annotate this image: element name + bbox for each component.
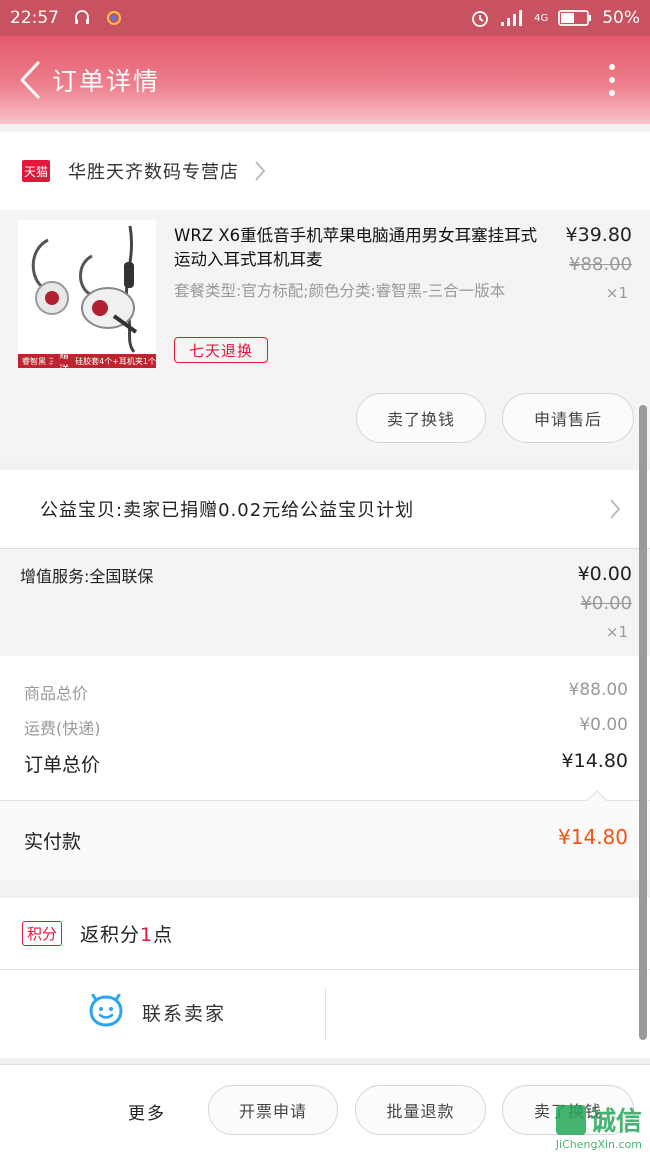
order-total-value: ¥14.80 [561,750,628,772]
scrollbar[interactable] [639,405,647,1040]
watermark-en-text: JiChengXin.com [555,1138,642,1151]
points-row: 积分 返积分1点 [0,898,650,970]
contact-seller-button[interactable]: 联系卖家 [88,994,226,1030]
chevron-right-icon [610,499,621,519]
page-title: 订单详情 [52,67,161,96]
watermark-cn-text: 诚信 [589,1107,642,1137]
invoice-request-button[interactable]: 开票申请 [208,1085,338,1135]
alarm-icon [470,8,490,28]
chat-bubble-icon [89,994,123,1027]
dot-icon [609,64,615,70]
watermark-logo-icon [555,1104,586,1135]
points-unit: 点 [153,924,174,946]
more-options-button[interactable] [602,55,622,105]
divider [325,988,326,1040]
battery-percent: 50% [602,8,640,28]
service-label: 增值服务:全国联保 [20,567,154,586]
image-banner-promo: 赠送 [59,350,70,368]
value-added-service: 增值服务:全国联保 ¥0.00 ¥0.00 ×1 [0,548,650,656]
product-image[interactable]: 睿智黑 三合一版本 赠送 硅胶套4个+耳机夹1个 [18,220,156,368]
status-bar: 22:57 4G 50% [0,0,650,36]
dot-icon [609,90,615,96]
battery-icon [558,9,592,27]
goods-total-label: 商品总价 [24,684,89,703]
title-bar: 订单详情 [0,36,650,124]
actual-payment-label: 实付款 [24,831,82,853]
shipping-row: 运费(快递) ¥0.00 [24,715,628,739]
back-arrow-icon [20,61,40,99]
contact-section: 联系卖家 [0,970,650,1058]
charity-row[interactable]: 公益宝贝:卖家已捐赠0.02元给公益宝贝计划 [0,470,650,548]
actual-payment-amount: ¥14.80 [558,825,628,849]
points-prefix: 返积分 [80,924,141,946]
earphones-image [31,225,138,353]
headset-icon [73,9,91,27]
product-price: ¥39.80 [565,224,632,246]
network-type: 4G [534,12,549,24]
product-sku: 套餐类型:官方标配;颜色分类:睿智黑-三合一版本 [174,282,506,300]
price-summary: 商品总价 ¥88.00 运费(快递) ¥0.00 订单总价 ¥14.80 [0,656,650,800]
app-notification-icon [105,9,123,27]
product-quantity: ×1 [605,284,628,302]
image-banner-right-text: 硅胶套4个+耳机夹1个 [75,356,156,366]
shipping-label: 运费(快递) [24,719,101,738]
image-banner-left-text: 睿智黑 三合一版本 [22,356,54,366]
back-button[interactable] [8,50,52,110]
sell-for-cash-button[interactable]: 卖了换钱 [356,393,486,443]
more-button[interactable]: 更多 [128,1099,166,1124]
shipping-value: ¥0.00 [579,715,628,735]
dot-icon [609,77,615,83]
goods-total-row: 商品总价 ¥88.00 [24,680,628,704]
product-item[interactable]: 睿智黑 三合一版本 赠送 硅胶套4个+耳机夹1个 WRZ X6重低音手机苹果电脑… [0,210,650,462]
service-price: ¥0.00 [577,563,632,585]
service-original-price: ¥0.00 [580,593,632,614]
charity-text: 公益宝贝:卖家已捐赠0.02元给公益宝贝计划 [40,500,415,521]
order-total-row: 订单总价 ¥14.80 [24,750,628,777]
tmall-badge: 天猫 [22,160,50,182]
batch-refund-button[interactable]: 批量退款 [355,1085,486,1135]
points-badge: 积分 [22,921,63,946]
points-text: 返积分1点 [80,920,173,947]
site-watermark: 诚信 JiChengXin.com [526,1099,650,1155]
signal-icon [500,9,524,27]
product-image-banner: 睿智黑 三合一版本 赠送 硅胶套4个+耳机夹1个 [18,350,156,368]
shop-name: 华胜天齐数码专营店 [68,162,239,183]
status-time: 22:57 [10,8,59,28]
service-quantity: ×1 [605,623,628,641]
product-original-price: ¥88.00 [569,254,632,275]
goods-total-value: ¥88.00 [568,680,628,700]
order-total-label: 订单总价 [24,754,101,776]
actual-payment-row: 实付款 ¥14.80 [0,790,650,880]
contact-seller-label: 联系卖家 [142,1002,227,1025]
shop-row[interactable]: 天猫 华胜天齐数码专营店 [0,132,650,210]
points-count: 1 [140,924,154,946]
chevron-right-icon [255,161,266,181]
after-sale-button[interactable]: 申请售后 [502,393,634,443]
return-policy-tag: 七天退换 [174,337,268,363]
product-title: WRZ X6重低音手机苹果电脑通用男女耳塞挂耳式运动入耳式耳机耳麦 [174,226,538,269]
